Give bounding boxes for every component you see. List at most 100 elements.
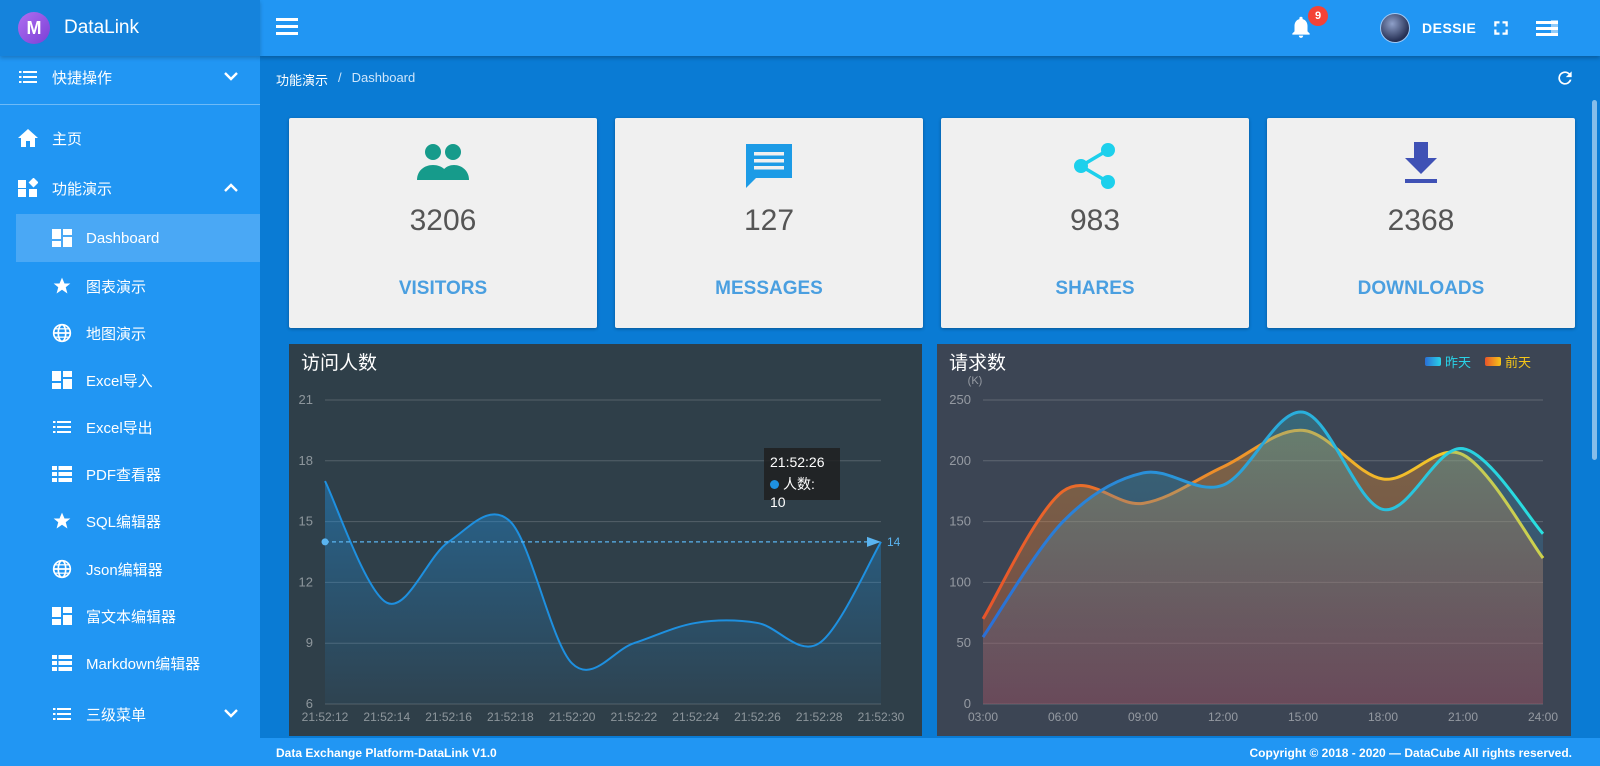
list-icon bbox=[18, 67, 38, 87]
x-tick-label: 21:52:20 bbox=[549, 710, 596, 724]
dashboard-icon bbox=[52, 228, 72, 248]
widgets-icon bbox=[18, 178, 38, 198]
x-tick-label: 21:00 bbox=[1448, 710, 1478, 724]
y-tick-label: 150 bbox=[949, 514, 971, 529]
sidebar-item[interactable]: 图表演示 bbox=[0, 262, 260, 310]
menu-toggle-icon[interactable] bbox=[276, 18, 298, 36]
requests-chart-panel: 请求数 昨天 前天 0 50 100 150 200 250 03:00 06:00 09:00… bbox=[937, 344, 1571, 736]
stat-value: 127 bbox=[743, 204, 795, 237]
sidebar-item-label: 主页 bbox=[52, 130, 83, 148]
stat-card[interactable]: 3206 VISITORS bbox=[289, 118, 597, 328]
series-area bbox=[983, 411, 1543, 704]
topbar: 9 DESSIE bbox=[260, 0, 1600, 56]
right-menu-icon[interactable] bbox=[1536, 20, 1558, 36]
sidebar-item-label: SQL编辑器 bbox=[86, 513, 162, 531]
sidebar-item-label: Markdown编辑器 bbox=[86, 655, 201, 673]
x-tick-label: 21:52:18 bbox=[487, 710, 534, 724]
sidebar-item[interactable]: 功能演示 bbox=[0, 164, 260, 212]
sidebar-item-label: Dashboard bbox=[86, 229, 160, 247]
chevron-down-icon[interactable] bbox=[224, 707, 238, 721]
stat-card[interactable]: 127 MESSAGES bbox=[615, 118, 923, 328]
x-tick-label: 21:52:30 bbox=[858, 710, 905, 724]
sidebar-item[interactable]: 富文本编辑器 bbox=[0, 592, 260, 640]
sidebar-item[interactable]: 快捷操作 bbox=[0, 53, 260, 101]
stat-label: SHARES bbox=[1055, 278, 1135, 299]
scrollbar[interactable] bbox=[1592, 100, 1597, 460]
sidebar-item[interactable]: Excel导入 bbox=[0, 356, 260, 404]
footer-version: Data Exchange Platform-DataLink V1.0 bbox=[276, 746, 497, 760]
sidebar-divider bbox=[0, 104, 260, 105]
x-tick-label: 18:00 bbox=[1368, 710, 1398, 724]
share-icon bbox=[941, 142, 1249, 192]
notification-badge: 9 bbox=[1308, 6, 1328, 26]
brand[interactable]: M DataLink bbox=[0, 0, 260, 56]
visitors-chart[interactable]: 6 9 12 15 18 21 21:52:12 21:52:14 21:52:16 21:52:… bbox=[289, 344, 922, 736]
sidebar-item-label: Excel导入 bbox=[86, 372, 153, 390]
home-icon bbox=[18, 128, 38, 148]
y-tick-label: 15 bbox=[299, 514, 313, 529]
x-tick-label: 21:52:22 bbox=[611, 710, 658, 724]
dashboard-icon bbox=[52, 370, 72, 390]
sidebar-item-label: 功能演示 bbox=[52, 180, 113, 198]
stat-card[interactable]: 2368 DOWNLOADS bbox=[1267, 118, 1575, 328]
x-tick-label: 21:52:12 bbox=[302, 710, 349, 724]
avatar[interactable] bbox=[1380, 13, 1410, 43]
sidebar: M DataLink 快捷操作主页功能演示 Dashboard 图表演示地图演示 Ex… bbox=[0, 0, 260, 766]
sidebar-item-label: 快捷操作 bbox=[52, 69, 113, 87]
markline-label: 14 bbox=[887, 535, 901, 549]
sidebar-item-label: PDF查看器 bbox=[86, 466, 162, 484]
list-icon bbox=[52, 704, 72, 724]
breadcrumb-parent[interactable]: 功能演示 bbox=[276, 70, 328, 89]
x-tick-label: 09:00 bbox=[1128, 710, 1158, 724]
y-tick-label: 0 bbox=[964, 696, 971, 711]
x-tick-label: 21:52:28 bbox=[796, 710, 843, 724]
stat-card[interactable]: 983 SHARES bbox=[941, 118, 1249, 328]
app-name: DataLink bbox=[64, 17, 139, 38]
sidebar-item[interactable]: 三级菜单 bbox=[0, 690, 260, 738]
y-tick-label: 250 bbox=[949, 392, 971, 407]
chart-tooltip: 21:52:26 人数: 10 bbox=[764, 448, 840, 510]
fullscreen-icon[interactable] bbox=[1492, 19, 1510, 37]
sidebar-item-label: 富文本编辑器 bbox=[86, 608, 177, 626]
sidebar-item-label: 地图演示 bbox=[86, 325, 147, 343]
stat-label: DOWNLOADS bbox=[1357, 278, 1485, 299]
y-tick-label: 9 bbox=[306, 635, 313, 650]
sidebar-item-label: 三级菜单 bbox=[86, 706, 147, 724]
y-tick-label: 18 bbox=[299, 453, 313, 468]
y-tick-label: 100 bbox=[949, 574, 971, 589]
x-tick-label: 15:00 bbox=[1288, 710, 1318, 724]
x-tick-label: 06:00 bbox=[1048, 710, 1078, 724]
x-tick-label: 21:52:14 bbox=[363, 710, 410, 724]
y-tick-label: 200 bbox=[949, 453, 971, 468]
sidebar-item[interactable]: 地图演示 bbox=[0, 309, 260, 357]
x-tick-label: 12:00 bbox=[1208, 710, 1238, 724]
star-icon bbox=[52, 511, 72, 531]
visitors-chart-panel: 访问人数 6 9 12 15 18 21 21:52:12 21:52:14 21:52:16 2… bbox=[289, 344, 922, 736]
footer-copyright: Copyright © 2018 - 2020 — DataCube All r… bbox=[1249, 746, 1573, 760]
y-tick-label: 21 bbox=[299, 392, 313, 407]
username[interactable]: DESSIE bbox=[1422, 20, 1476, 36]
y-tick-label: 12 bbox=[299, 574, 313, 589]
sidebar-item[interactable]: PDF查看器 bbox=[0, 450, 260, 498]
sidebar-item[interactable]: Excel导出 bbox=[0, 403, 260, 451]
sidebar-item-label: Excel导出 bbox=[86, 419, 153, 437]
x-tick-label: 21:52:16 bbox=[425, 710, 472, 724]
people-icon bbox=[289, 142, 597, 192]
chevron-up-icon[interactable] bbox=[224, 181, 238, 195]
y-tick-label: 6 bbox=[306, 696, 313, 711]
sidebar-item[interactable]: Json编辑器 bbox=[0, 545, 260, 593]
x-tick-label: 03:00 bbox=[968, 710, 998, 724]
chevron-down-icon[interactable] bbox=[224, 70, 238, 84]
globe-icon bbox=[52, 559, 72, 579]
globe-icon bbox=[52, 323, 72, 343]
refresh-icon[interactable] bbox=[1555, 68, 1575, 88]
message-icon bbox=[615, 142, 923, 192]
sidebar-item[interactable]: 主页 bbox=[0, 114, 260, 162]
sidebar-item[interactable]: Dashboard bbox=[16, 214, 260, 262]
sidebar-item[interactable]: SQL编辑器 bbox=[0, 497, 260, 545]
requests-chart[interactable]: 0 50 100 150 200 250 03:00 06:00 09:00 12:00 15:00… bbox=[937, 344, 1571, 736]
breadcrumb-separator: / bbox=[338, 70, 342, 85]
sidebar-item[interactable]: Markdown编辑器 bbox=[0, 639, 260, 687]
breadcrumb: 功能演示 / Dashboard bbox=[276, 70, 415, 89]
sidebar-item-label: Json编辑器 bbox=[86, 561, 163, 579]
